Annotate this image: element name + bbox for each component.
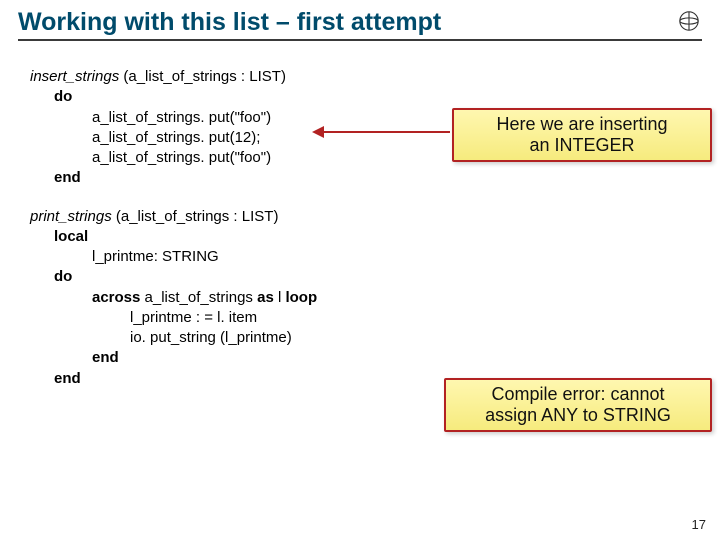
code-line: print_strings (a_list_of_strings : LIST) <box>30 207 702 227</box>
code-block-print: print_strings (a_list_of_strings : LIST)… <box>30 207 702 389</box>
callout-insert-integer: Here we are inserting an INTEGER <box>452 108 712 162</box>
code-line: l_printme : = l. item <box>130 308 702 328</box>
code-line: end <box>92 348 702 368</box>
callout-text: Here we are inserting <box>464 114 700 135</box>
fn-params: (a_list_of_strings : LIST) <box>116 208 279 225</box>
code-line: do <box>54 267 702 287</box>
institution-logo-icon <box>678 10 700 32</box>
code-text: l <box>274 289 286 306</box>
keyword-do: do <box>54 88 72 105</box>
keyword-do: do <box>54 268 72 285</box>
keyword-end: end <box>54 169 81 186</box>
callout-text: an INTEGER <box>464 135 700 156</box>
arrow-icon <box>310 116 460 146</box>
keyword-across: across <box>92 289 140 306</box>
keyword-as: as <box>257 289 274 306</box>
slide-content: insert_strings (a_list_of_strings : LIST… <box>0 45 720 389</box>
code-line: insert_strings (a_list_of_strings : LIST… <box>30 67 702 87</box>
code-line: end <box>54 168 702 188</box>
fn-params: (a_list_of_strings : LIST) <box>123 68 286 85</box>
code-line: io. put_string (l_printme) <box>130 328 702 348</box>
keyword-loop: loop <box>285 289 317 306</box>
page-number: 17 <box>692 517 706 532</box>
fn-name: print_strings <box>30 208 116 225</box>
page-title: Working with this list – first attempt <box>18 8 702 41</box>
callout-text: Compile error: cannot <box>456 384 700 405</box>
callout-text: assign ANY to STRING <box>456 405 700 426</box>
keyword-end: end <box>54 370 81 387</box>
code-line: local <box>54 227 702 247</box>
code-line: l_printme: STRING <box>92 247 702 267</box>
callout-compile-error: Compile error: cannot assign ANY to STRI… <box>444 378 712 432</box>
code-line: across a_list_of_strings as l loop <box>92 288 702 308</box>
code-text: a_list_of_strings <box>140 289 257 306</box>
fn-name: insert_strings <box>30 68 123 85</box>
keyword-local: local <box>54 228 88 245</box>
keyword-end: end <box>92 349 119 366</box>
code-line: do <box>54 87 702 107</box>
